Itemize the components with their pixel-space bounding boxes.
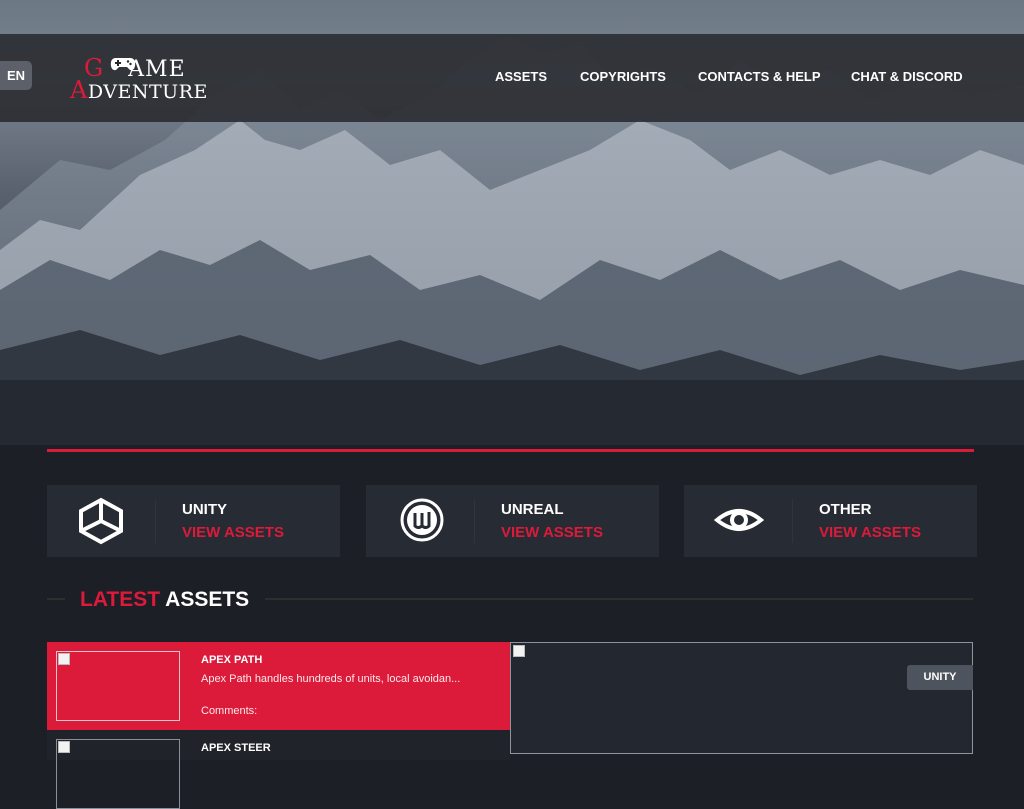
category-title: UNITY: [182, 501, 227, 518]
asset-thumbnail[interactable]: [56, 651, 180, 721]
category-card-other[interactable]: OTHER VIEW ASSETS: [684, 485, 977, 557]
view-assets-link[interactable]: VIEW ASSETS: [182, 524, 284, 541]
list-item-apex-path[interactable]: APEX PATH Apex Path handles hundreds of …: [47, 642, 510, 730]
unity-icon: [79, 497, 123, 545]
eye-icon: [713, 509, 765, 531]
broken-image-icon: [513, 645, 525, 657]
view-assets-link[interactable]: VIEW ASSETS: [501, 524, 603, 541]
category-card-unity[interactable]: UNITY VIEW ASSETS: [47, 485, 340, 557]
asset-preview-panel[interactable]: [510, 642, 973, 754]
broken-image-icon: [58, 653, 70, 665]
asset-description: Apex Path handles hundreds of units, loc…: [201, 673, 461, 685]
category-card-unreal[interactable]: UNREAL VIEW ASSETS: [366, 485, 659, 557]
asset-title[interactable]: APEX PATH: [201, 654, 262, 666]
nav-chat-discord[interactable]: CHAT & DISCORD: [851, 69, 963, 84]
platform-badge: UNITY: [907, 665, 973, 690]
view-assets-link[interactable]: VIEW ASSETS: [819, 524, 921, 541]
accent-divider: [47, 449, 974, 452]
category-title: UNREAL: [501, 501, 564, 518]
unreal-icon: [400, 498, 444, 542]
nav-contacts-help[interactable]: CONTACTS & HELP: [698, 69, 821, 84]
asset-thumbnail[interactable]: [56, 739, 180, 809]
section-divider-right: [265, 598, 973, 600]
section-title: LATEST ASSETS: [80, 588, 250, 611]
latest-assets-list: APEX PATH Apex Path handles hundreds of …: [47, 642, 510, 809]
asset-comments: Comments:: [201, 705, 258, 717]
list-item-apex-steer[interactable]: APEX STEER: [47, 730, 510, 809]
category-title: OTHER: [819, 501, 872, 518]
section-divider-left: [47, 598, 65, 600]
nav-assets[interactable]: ASSETS: [495, 69, 547, 84]
nav-copyrights[interactable]: COPYRIGHTS: [580, 69, 666, 84]
main-nav: ASSETS COPYRIGHTS CONTACTS & HELP CHAT &…: [0, 69, 1024, 89]
asset-title[interactable]: APEX STEER: [201, 742, 271, 754]
broken-image-icon: [58, 741, 70, 753]
